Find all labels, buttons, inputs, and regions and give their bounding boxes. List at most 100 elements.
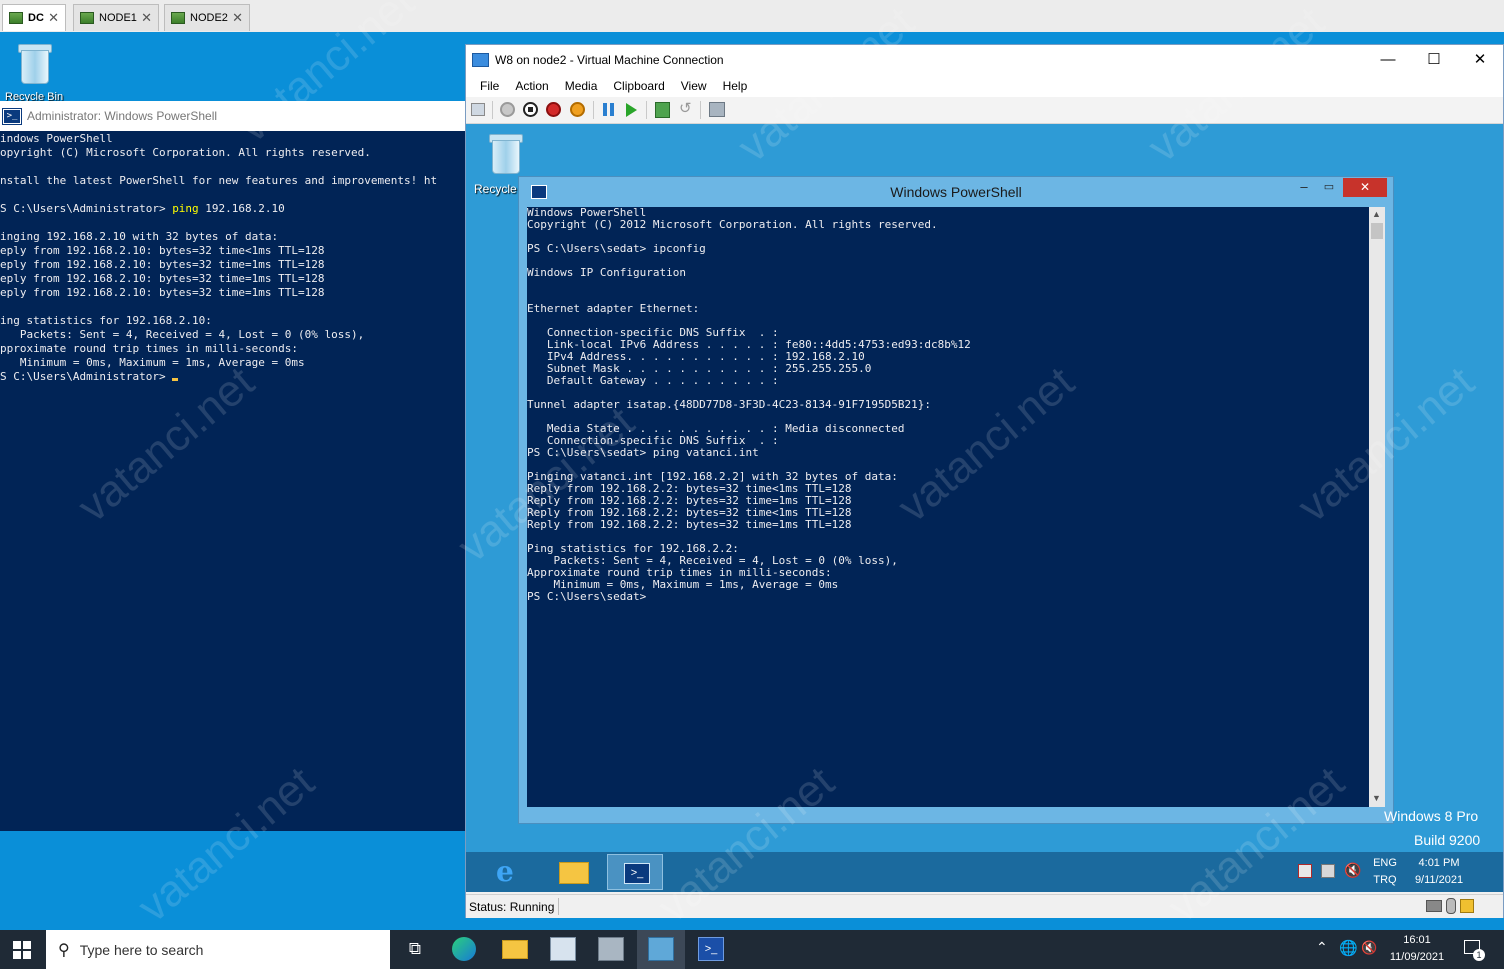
tab-node1[interactable]: NODE1 ✕ <box>73 4 159 31</box>
status-bar: Status: Running <box>466 894 1503 918</box>
maximize-button[interactable]: ☐ <box>1411 45 1457 75</box>
console-line: opyright (C) Microsoft Corporation. All … <box>0 146 371 159</box>
console-line: Minimum = 0ms, Maximum = 1ms, Average = … <box>527 578 839 591</box>
enhanced-session-icon[interactable] <box>709 102 725 117</box>
console-line: Ethernet adapter Ethernet: <box>527 302 700 315</box>
guest-recycle-bin-icon[interactable] <box>488 132 523 174</box>
vm-toolbar: ↺ <box>466 97 1503 124</box>
network-tool-icon[interactable] <box>598 937 624 961</box>
search-placeholder: Type here to search <box>79 941 204 958</box>
scroll-thumb[interactable] <box>1371 223 1383 239</box>
language-bottom[interactable]: TRQ <box>1372 874 1398 886</box>
console-line: PS C:\Users\sedat> <box>527 590 647 603</box>
minimize-button[interactable]: – <box>1293 179 1315 197</box>
tab-label: NODE1 <box>99 12 137 24</box>
edge-browser-icon[interactable] <box>452 937 476 961</box>
window-titlebar[interactable]: W8 on node2 - Virtual Machine Connection… <box>466 45 1503 75</box>
menu-bar: File Action Media Clipboard View Help <box>466 75 1503 97</box>
windows-start-icon[interactable] <box>13 941 31 959</box>
task-view-icon[interactable]: ⧉ <box>402 937 428 961</box>
console-current-prompt: S C:\Users\Administrator> <box>0 370 465 384</box>
console-output[interactable]: indows PowerShell opyright (C) Microsoft… <box>0 132 465 384</box>
chevron-up-icon[interactable]: ⌃ <box>1316 939 1328 956</box>
server-manager-icon[interactable] <box>550 937 576 961</box>
command-args: 192.168.2.10 <box>198 202 285 215</box>
console-line: inging 192.168.2.10 with 32 bytes of dat… <box>0 230 279 243</box>
search-icon: ⚲ <box>58 941 70 959</box>
vm-connection-window[interactable]: W8 on node2 - Virtual Machine Connection… <box>465 44 1504 918</box>
guest-clock-time[interactable]: 4:01 PM <box>1406 857 1472 869</box>
vertical-scrollbar[interactable]: ▲ ▼ <box>1369 207 1385 807</box>
volume-muted-icon[interactable]: 🔇 <box>1344 862 1361 879</box>
file-explorer-icon[interactable] <box>502 940 528 959</box>
server-icon <box>9 12 23 24</box>
minimize-button[interactable]: — <box>1365 45 1411 75</box>
menu-clipboard[interactable]: Clipboard <box>613 79 664 93</box>
tab-node2[interactable]: NODE2 ✕ <box>164 4 250 31</box>
powershell-taskbar-icon[interactable]: >_ <box>698 937 724 961</box>
shutdown-icon[interactable] <box>546 102 561 117</box>
guest-clock-date[interactable]: 9/11/2021 <box>1406 874 1472 886</box>
console-line: Reply from 192.168.2.2: bytes=32 time=1m… <box>527 518 852 531</box>
checkpoint-icon[interactable] <box>655 102 670 118</box>
console-line: pproximate round trip times in milli-sec… <box>0 342 299 355</box>
maximize-button[interactable]: ▭ <box>1318 180 1340 197</box>
notification-count-badge: 1 <box>1473 949 1485 961</box>
menu-action[interactable]: Action <box>515 79 548 93</box>
console-line: Default Gateway . . . . . . . . . : <box>527 374 779 387</box>
revert-icon[interactable]: ↺ <box>679 101 692 117</box>
file-explorer-icon[interactable] <box>546 854 602 890</box>
menu-file[interactable]: File <box>480 79 499 93</box>
start-icon[interactable] <box>500 102 515 117</box>
close-icon[interactable]: ✕ <box>48 10 59 26</box>
menu-media[interactable]: Media <box>565 79 598 93</box>
scroll-down-icon[interactable]: ▼ <box>1372 793 1381 803</box>
guest-screen[interactable]: Recycle Windows PowerShell – ▭ ✕ Windows… <box>466 124 1503 892</box>
console-line: eply from 192.168.2.10: bytes=32 time<1m… <box>0 244 325 257</box>
close-button[interactable]: ✕ <box>1457 45 1503 75</box>
internet-explorer-icon[interactable]: e <box>484 854 540 890</box>
pause-icon[interactable] <box>603 103 614 116</box>
connection-tab-strip: DC ✕ NODE1 ✕ NODE2 ✕ <box>0 0 1504 33</box>
status-divider <box>558 898 559 915</box>
host-clock-time[interactable]: 16:01 <box>1386 934 1448 946</box>
close-icon[interactable]: ✕ <box>232 10 243 26</box>
powershell-taskbar-button[interactable]: >_ <box>607 854 663 890</box>
close-icon[interactable]: ✕ <box>141 10 152 26</box>
console-line: eply from 192.168.2.10: bytes=32 time=1m… <box>0 258 325 271</box>
windows-build-label: Build 9200 <box>1414 832 1481 848</box>
language-top[interactable]: ENG <box>1372 857 1398 869</box>
action-center-flag-icon[interactable] <box>1298 864 1312 878</box>
console-line: PS C:\Users\sedat> ping vatanci.int <box>527 446 759 459</box>
host-clock-date[interactable]: 11/09/2021 <box>1386 951 1448 963</box>
tab-dc[interactable]: DC ✕ <box>2 4 66 31</box>
turn-off-icon[interactable] <box>523 102 538 117</box>
vm-connection-taskbar-icon[interactable] <box>648 937 674 961</box>
window-title: Windows PowerShell <box>890 184 1022 200</box>
ctrl-alt-del-icon[interactable] <box>471 103 485 116</box>
network-icon[interactable] <box>1321 864 1335 878</box>
window-titlebar[interactable]: >_ Administrator: Windows PowerShell <box>0 101 465 131</box>
console-line: Windows IP Configuration <box>527 266 686 279</box>
host-powershell-window[interactable]: >_ Administrator: Windows PowerShell ind… <box>0 101 465 831</box>
close-button[interactable]: ✕ <box>1343 178 1387 197</box>
prompt: S C:\Users\Administrator> <box>0 370 173 383</box>
resume-icon[interactable] <box>626 103 637 117</box>
scroll-up-icon[interactable]: ▲ <box>1372 209 1381 219</box>
console-line: nstall the latest PowerShell for new fea… <box>0 174 438 187</box>
console-line: eply from 192.168.2.10: bytes=32 time=1m… <box>0 286 325 299</box>
save-state-icon[interactable] <box>570 102 585 117</box>
recycle-bin-icon[interactable] <box>17 42 52 84</box>
menu-view[interactable]: View <box>681 79 707 93</box>
console-line: PS C:\Users\sedat> ipconfig <box>527 242 706 255</box>
console-output[interactable]: Windows PowerShell Copyright (C) 2012 Mi… <box>527 207 1369 807</box>
volume-muted-icon[interactable]: 🔇 <box>1361 940 1377 956</box>
tab-label: NODE2 <box>190 12 228 24</box>
taskbar-search-box[interactable]: ⚲ Type here to search <box>46 930 390 969</box>
network-globe-icon[interactable]: 🌐 <box>1339 939 1358 957</box>
guest-powershell-window[interactable]: Windows PowerShell – ▭ ✕ Windows PowerSh… <box>518 176 1394 824</box>
menu-help[interactable]: Help <box>723 79 748 93</box>
console-line: Packets: Sent = 4, Received = 4, Lost = … <box>0 328 365 341</box>
